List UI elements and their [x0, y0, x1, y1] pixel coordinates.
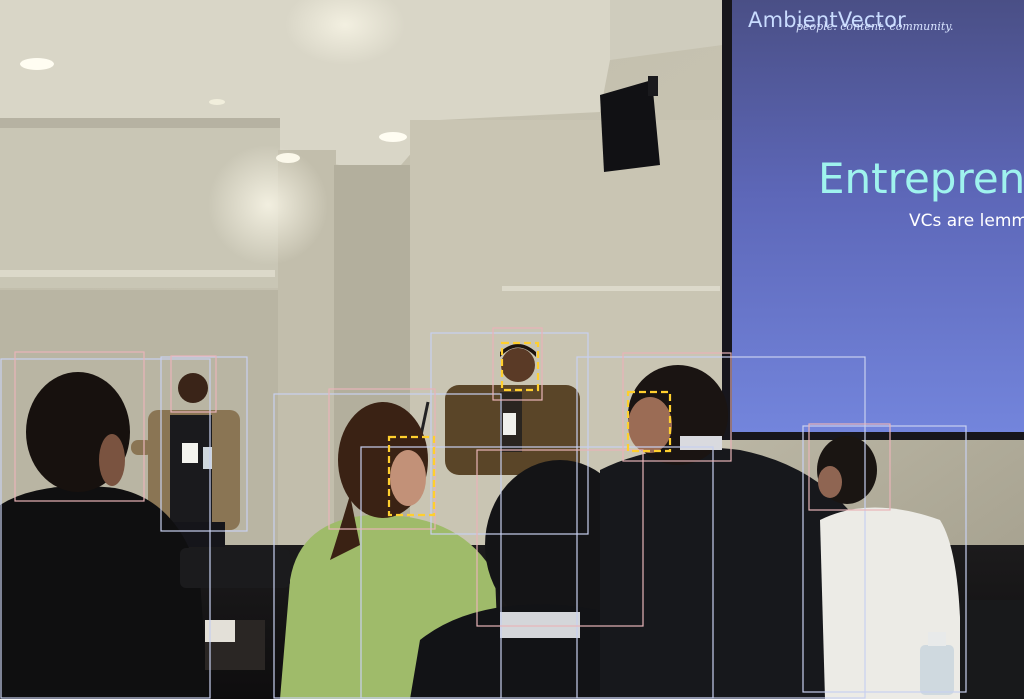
ceiling-light — [20, 58, 54, 70]
ceiling-light — [276, 153, 300, 163]
presenter-head — [178, 373, 208, 403]
ceiling-light — [379, 132, 407, 142]
presenter-shirt — [170, 415, 212, 530]
ceiling-light — [209, 99, 225, 105]
scene-illustration — [0, 0, 1024, 699]
shirt-collar — [680, 436, 722, 450]
chair — [960, 600, 1024, 699]
water-bottle — [203, 447, 212, 469]
audience-face — [390, 450, 426, 506]
audience-face — [818, 466, 842, 498]
wall-light-spot — [208, 145, 328, 265]
presenter-arm — [131, 440, 153, 455]
audience-face — [628, 397, 672, 453]
shirt-collar — [500, 612, 580, 638]
slide-title: Entreprene — [818, 154, 1024, 203]
conference-photo: AmbientVector people. content. community… — [0, 0, 1024, 699]
slide-tagline: people. content. community. — [796, 20, 954, 33]
speaker-mount — [648, 76, 658, 96]
wall-rail-left — [0, 270, 275, 277]
name-badge — [503, 413, 516, 435]
presenter-head — [501, 348, 535, 382]
bottle-cap — [928, 632, 946, 646]
soffit-edge — [0, 118, 280, 128]
wall-rail-right — [502, 286, 720, 291]
slide-subtitle: VCs are lemm — [909, 211, 1024, 231]
name-badge — [182, 443, 198, 463]
audience-ear — [99, 434, 125, 486]
water-bottle — [920, 645, 954, 695]
